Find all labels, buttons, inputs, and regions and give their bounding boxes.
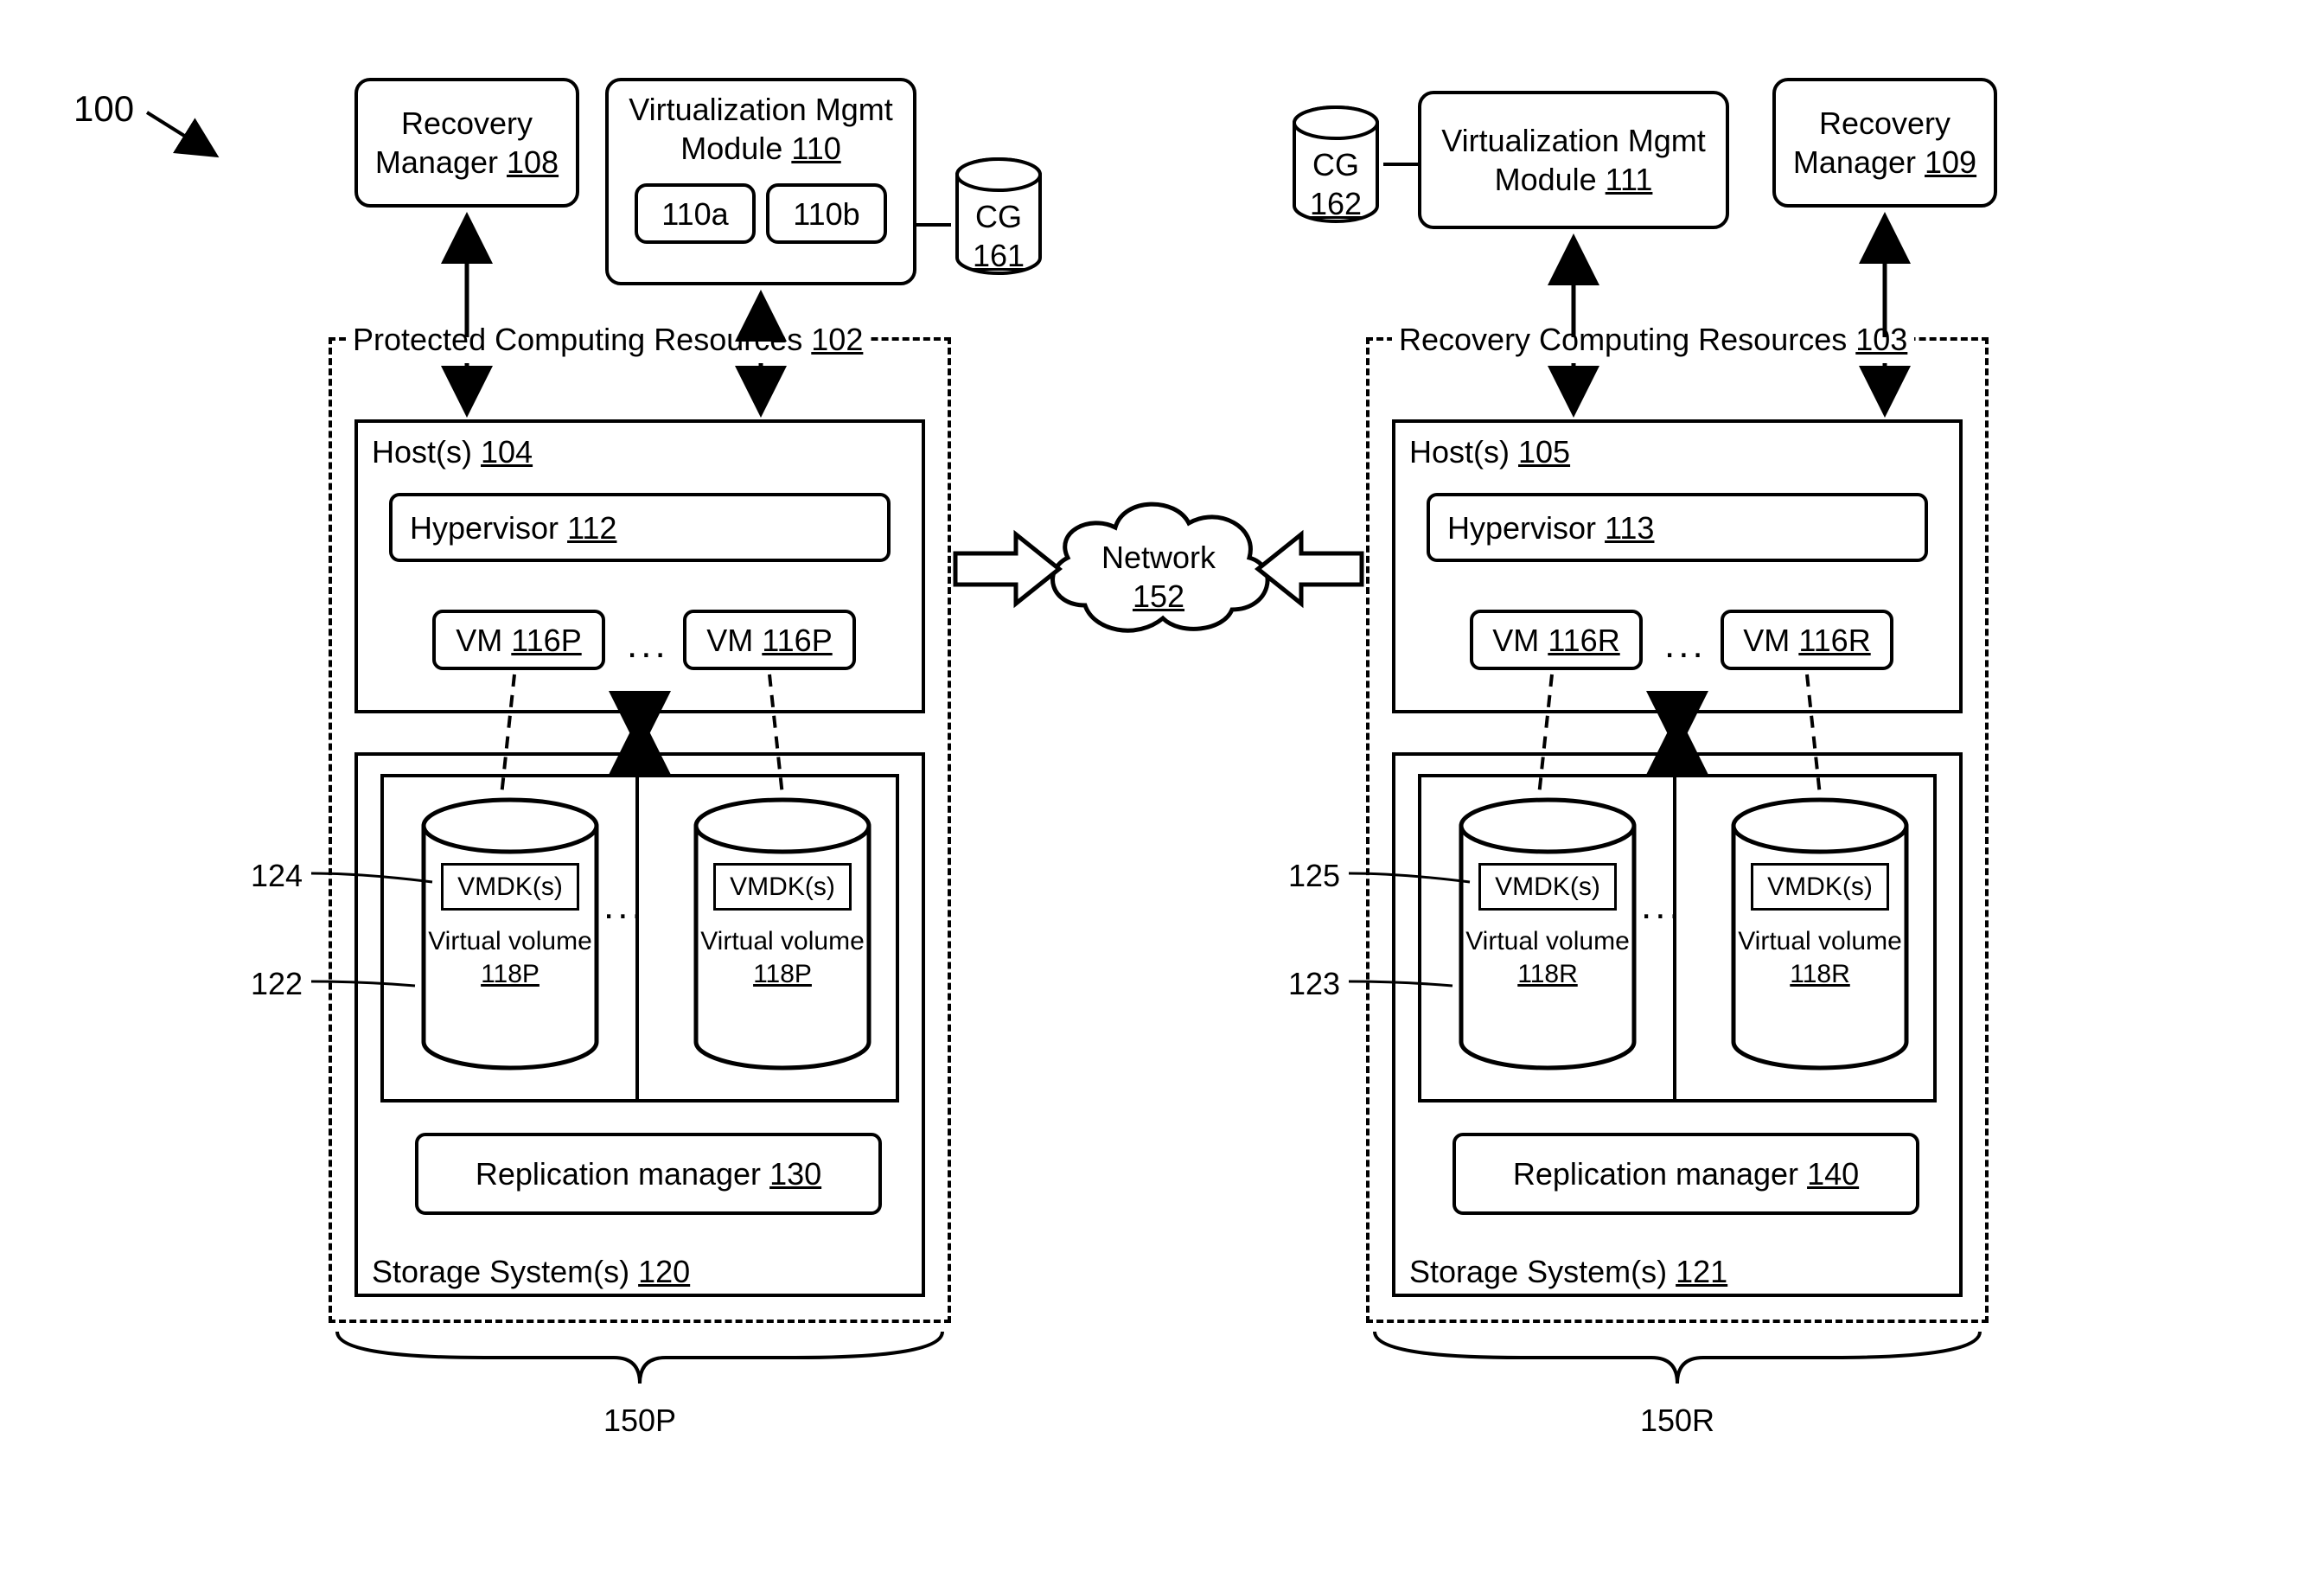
vmm-sub-a: 110a [635, 183, 756, 244]
site-right: 150R [1366, 1401, 1989, 1440]
volume-divider-left [635, 774, 639, 1102]
ellipsis-vv-left: ... [603, 882, 646, 930]
hosts-left-title: Host(s) 104 [372, 432, 533, 471]
ellipsis-vm-right: ... [1664, 621, 1707, 668]
hypervisor-right: Hypervisor 113 [1427, 493, 1928, 562]
cg-left-label: CG161 [951, 197, 1046, 275]
vm-right-1: VM 116R [1470, 610, 1643, 670]
recovery-resources-title: Recovery Computing Resources 103 [1392, 320, 1914, 359]
callout-124: 124 [251, 856, 303, 895]
callout-122: 122 [251, 964, 303, 1003]
storage-left-title: Storage System(s) 120 [372, 1252, 690, 1291]
cg-right-label: CG162 [1288, 145, 1383, 223]
site-left: 150P [329, 1401, 951, 1440]
vmm-right-title: Virtualization Mgmt Module 111 [1441, 121, 1705, 199]
vmm-right: Virtualization Mgmt Module 111 [1418, 91, 1729, 229]
vmm-left: Virtualization Mgmt Module 110 110a 110b [605, 78, 916, 285]
vmm-title: Virtualization Mgmt Module 110 [609, 90, 913, 168]
brace-right [1366, 1323, 1989, 1396]
callout-125: 125 [1288, 856, 1340, 895]
repl-right: Replication manager 140 [1452, 1133, 1919, 1215]
figure-ref: 100 [73, 86, 134, 132]
recovery-manager-title: Recovery Manager 108 [375, 104, 559, 182]
vvol-right-2-label: Virtual volume118R [1733, 925, 1906, 990]
vvol-left-2: VMDK(s) Virtual volume118P [683, 796, 882, 1072]
vvol-left-2-label: Virtual volume118P [696, 925, 869, 990]
ellipsis-vm-left: ... [627, 621, 669, 668]
recovery-manager-right-title: Recovery Manager 109 [1793, 104, 1976, 182]
volume-divider-right [1673, 774, 1676, 1102]
cg-left: CG161 [951, 156, 1046, 277]
repl-left: Replication manager 130 [415, 1133, 882, 1215]
network-cloud: Network152 [1033, 484, 1284, 649]
recovery-manager-left: Recovery Manager 108 [354, 78, 579, 208]
vmdk-right-1: VMDK(s) [1478, 863, 1617, 911]
vmdk-right-2: VMDK(s) [1751, 863, 1889, 911]
hypervisor-left: Hypervisor 112 [389, 493, 891, 562]
storage-right-title: Storage System(s) 121 [1409, 1252, 1727, 1291]
vmm-sub-b: 110b [766, 183, 887, 244]
vvol-right-1-label: Virtual volume118R [1461, 925, 1634, 990]
vmdk-left-2: VMDK(s) [713, 863, 852, 911]
ellipsis-vv-right: ... [1641, 882, 1683, 930]
vvol-right-1: VMDK(s) Virtual volume118R [1448, 796, 1647, 1072]
vm-left-1: VM 116P [432, 610, 605, 670]
protected-resources-title: Protected Computing Resources 102 [346, 320, 870, 359]
brace-left [329, 1323, 951, 1396]
recovery-manager-right: Recovery Manager 109 [1772, 78, 1997, 208]
callout-123: 123 [1288, 964, 1340, 1003]
vmdk-left-1: VMDK(s) [441, 863, 579, 911]
network-label: Network152 [1033, 538, 1284, 616]
vvol-left-1: VMDK(s) Virtual volume118P [411, 796, 610, 1072]
cg-right: CG162 [1288, 104, 1383, 225]
hypervisor-left-title: Hypervisor 112 [410, 508, 616, 547]
vm-left-2: VM 116P [683, 610, 856, 670]
vvol-right-2: VMDK(s) Virtual volume118R [1721, 796, 1919, 1072]
hosts-right-title: Host(s) 105 [1409, 432, 1570, 471]
vm-right-2: VM 116R [1721, 610, 1893, 670]
vvol-left-1-label: Virtual volume118P [424, 925, 597, 990]
